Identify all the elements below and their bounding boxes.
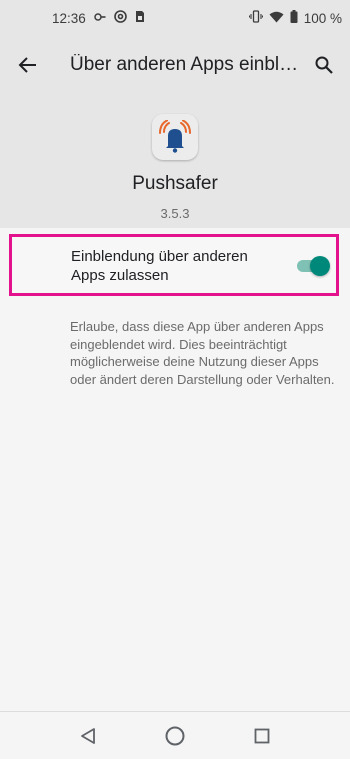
nav-back-button[interactable] bbox=[76, 724, 100, 748]
back-button[interactable] bbox=[14, 51, 42, 79]
search-button[interactable] bbox=[310, 51, 338, 79]
status-time: 12:36 bbox=[52, 11, 86, 26]
page-title: Über anderen Apps einblenden bbox=[70, 54, 302, 75]
app-version: 3.5.3 bbox=[160, 206, 190, 221]
home-circle-icon bbox=[165, 726, 185, 746]
vibrate-icon bbox=[248, 10, 263, 26]
arrow-back-icon bbox=[18, 57, 36, 73]
back-triangle-icon bbox=[81, 728, 95, 744]
status-right: 100 % bbox=[248, 10, 342, 26]
setting-label: Einblendung über anderen Apps zulassen bbox=[71, 248, 248, 284]
overlay-permission-setting[interactable]: Einblendung über anderen Apps zulassen bbox=[9, 234, 339, 296]
battery-icon bbox=[290, 10, 298, 26]
app-name: Pushsafer bbox=[132, 173, 218, 194]
overlay-toggle-switch[interactable] bbox=[294, 255, 330, 277]
sim-card-icon bbox=[135, 10, 145, 28]
toggle-thumb bbox=[310, 256, 330, 276]
at-sign-icon bbox=[114, 10, 127, 28]
vpn-key-icon bbox=[94, 10, 106, 28]
search-icon bbox=[315, 56, 333, 74]
nav-recents-button[interactable] bbox=[250, 724, 274, 748]
wifi-icon bbox=[269, 11, 284, 26]
navigation-bar bbox=[0, 711, 350, 759]
setting-description: Erlaube, dass diese App über anderen App… bbox=[70, 319, 335, 387]
app-info-header: Über anderen Apps einblenden Pushsafer 3… bbox=[0, 36, 350, 228]
recents-square-icon bbox=[254, 728, 270, 744]
status-bar: 12:36 100 % bbox=[0, 0, 350, 36]
status-left-icons bbox=[94, 10, 145, 28]
battery-level: 100 % bbox=[303, 10, 342, 26]
pushsafer-bell-icon bbox=[152, 114, 198, 160]
nav-home-button[interactable] bbox=[163, 724, 187, 748]
